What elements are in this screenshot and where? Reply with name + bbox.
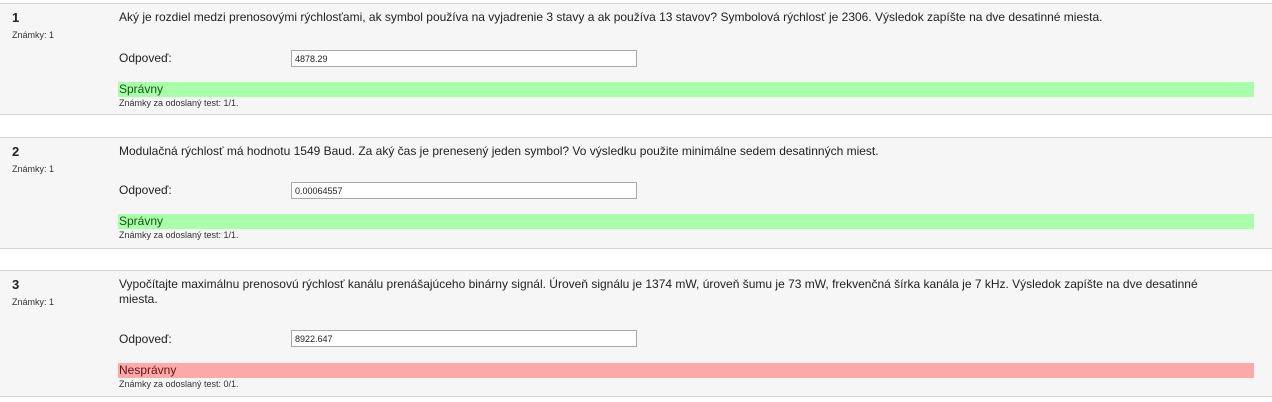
answer-label: Odpoveď: (119, 183, 172, 197)
question-3: 3 Známky: 1 Vypočítajte maximálnu prenos… (0, 270, 1272, 397)
result-banner: Správny (118, 214, 1254, 229)
question-grade: Známky: 1 (12, 30, 55, 40)
result-banner: Správny (118, 82, 1254, 97)
question-number: 2 (12, 144, 20, 159)
submitted-grade: Známky za odoslaný test: 1/1. (119, 230, 239, 240)
answer-field[interactable] (291, 182, 637, 199)
result-banner: Nesprávny (118, 363, 1254, 378)
submitted-grade: Známky za odoslaný test: 1/1. (119, 98, 239, 108)
question-meta: 1 Známky: 1 (12, 10, 102, 41)
question-grade: Známky: 1 (12, 164, 55, 174)
question-1: 1 Známky: 1 Aký je rozdiel medzi prenoso… (0, 3, 1272, 115)
question-text: Aký je rozdiel medzi prenosovými rýchlos… (119, 10, 1103, 24)
question-grade: Známky: 1 (12, 297, 55, 307)
answer-label: Odpoveď: (119, 51, 172, 65)
question-number: 3 (12, 277, 20, 292)
question-number: 1 (12, 10, 20, 25)
submitted-grade: Známky za odoslaný test: 0/1. (119, 379, 239, 389)
answer-field[interactable] (291, 330, 637, 347)
question-2: 2 Známky: 1 Modulačná rýchlosť má hodnot… (0, 137, 1272, 249)
question-text: Modulačná rýchlosť má hodnotu 1549 Baud.… (119, 144, 879, 158)
answer-field[interactable] (291, 50, 637, 67)
answer-label: Odpoveď: (119, 332, 172, 346)
question-meta: 3 Známky: 1 (12, 277, 102, 308)
question-meta: 2 Známky: 1 (12, 144, 102, 175)
question-text: Vypočítajte maximálnu prenosovú rýchlosť… (119, 277, 1198, 306)
